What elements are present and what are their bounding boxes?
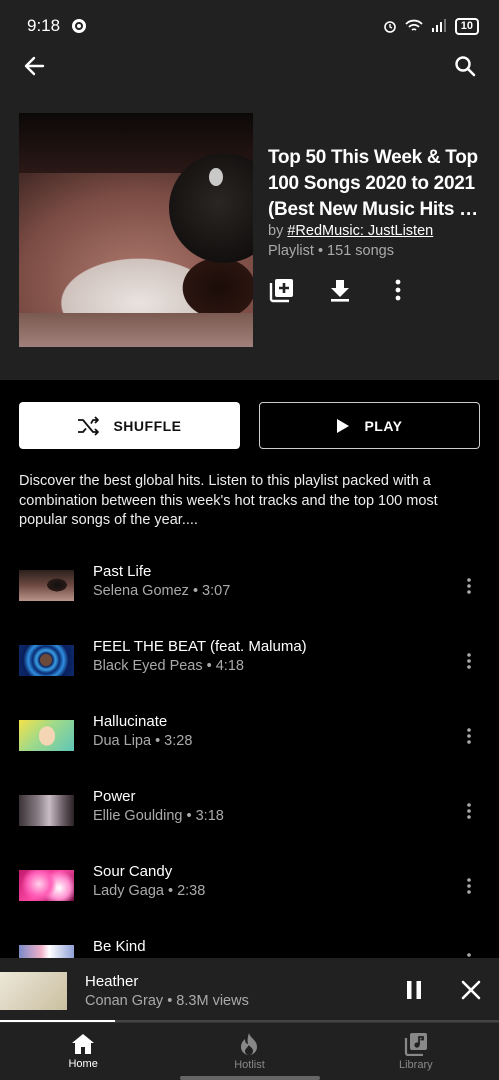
arrow-back-icon: [24, 56, 45, 76]
track-subtitle: Selena Gomez • 3:07: [93, 583, 231, 599]
track-thumbnail: [19, 570, 74, 601]
play-button[interactable]: PLAY: [259, 402, 480, 449]
nav-library-label: Library: [399, 1059, 433, 1071]
back-button[interactable]: [20, 52, 48, 80]
nav-hotlist[interactable]: Hotlist: [166, 1023, 332, 1080]
mini-player[interactable]: Heather Conan Gray • 8.3M views: [0, 958, 499, 1022]
playlist-title: Top 50 This Week & Top 100 Songs 2020 to…: [268, 145, 480, 223]
track-subtitle: Lady Gaga • 2:38: [93, 883, 206, 899]
search-icon: [455, 56, 476, 77]
track-title: Past Life: [93, 563, 152, 580]
track-thumbnail: [19, 720, 74, 751]
download-button[interactable]: [326, 276, 354, 304]
shuffle-label: SHUFFLE: [113, 417, 182, 434]
nav-home-label: Home: [68, 1058, 98, 1070]
artwork-glint: [209, 168, 223, 186]
notification-dot-icon: [72, 19, 87, 33]
signal-icon: [431, 19, 446, 32]
status-bar: 9:18 10: [0, 0, 499, 52]
nav-library[interactable]: Library: [333, 1023, 499, 1080]
artwork-lower-lid: [19, 313, 253, 347]
more-vert-icon: [467, 878, 471, 894]
wifi-icon: [405, 19, 423, 31]
playlist-description[interactable]: Discover the best global hits. Listen to…: [19, 472, 481, 531]
mini-player-subtitle: Conan Gray • 8.3M views: [85, 993, 249, 1009]
fire-icon: [241, 1033, 258, 1055]
track-subtitle: Dua Lipa • 3:28: [93, 733, 193, 749]
track-more-button[interactable]: [459, 796, 479, 826]
more-vert-icon: [467, 728, 471, 744]
playlist-title-line: Top 50 This Week & Top: [268, 147, 478, 168]
download-icon: [331, 280, 349, 302]
playlist-actions: [268, 276, 412, 304]
track-title: Hallucinate: [93, 713, 168, 730]
track-subtitle: Ellie Goulding • 3:18: [93, 808, 224, 824]
playlist-title-line: (Best New Music Hits Pl...: [268, 199, 480, 220]
playlist-author-line: by #RedMusic: JustListen: [268, 223, 433, 239]
status-time: 9:18: [27, 16, 61, 35]
mini-player-title: Heather: [85, 973, 139, 990]
battery-icon: 10: [454, 17, 479, 35]
pause-button[interactable]: [400, 976, 428, 1004]
track-row[interactable]: Hallucinate Dua Lipa • 3:28: [0, 711, 499, 771]
alarm-icon: [383, 21, 396, 33]
track-title: Power: [93, 788, 136, 805]
track-row[interactable]: Power Ellie Goulding • 3:18: [0, 786, 499, 846]
playlist-artwork: [19, 113, 253, 347]
more-options-button[interactable]: [384, 276, 412, 304]
bottom-navigation: Home Hotlist Library: [0, 1022, 499, 1080]
gesture-bar: [180, 1076, 320, 1080]
playlist-title-line: 100 Songs 2020 to 2021: [268, 173, 475, 194]
track-row[interactable]: Past Life Selena Gomez • 3:07: [0, 561, 499, 621]
search-button[interactable]: [451, 52, 479, 80]
close-button[interactable]: [457, 976, 485, 1004]
library-music-icon: [404, 1033, 427, 1056]
playlist-author-prefix: by: [268, 223, 288, 239]
add-to-library-icon: [269, 279, 293, 303]
track-row[interactable]: Sour Candy Lady Gaga • 2:38: [0, 861, 499, 921]
pause-icon: [407, 981, 421, 999]
track-subtitle: Black Eyed Peas • 4:18: [93, 658, 244, 674]
track-more-button[interactable]: [459, 871, 479, 901]
shuffle-button[interactable]: SHUFFLE: [19, 402, 240, 449]
more-vert-icon: [467, 653, 471, 669]
track-row[interactable]: FEEL THE BEAT (feat. Maluma) Black Eyed …: [0, 636, 499, 696]
track-title: Be Kind: [93, 938, 146, 955]
top-nav: [0, 50, 499, 84]
play-label: PLAY: [364, 417, 403, 434]
more-vert-icon: [467, 803, 471, 819]
track-thumbnail: [19, 795, 74, 826]
mini-player-thumbnail: [0, 972, 67, 1010]
playlist-author-link[interactable]: #RedMusic: JustListen: [287, 223, 433, 239]
track-thumbnail: [19, 870, 74, 901]
close-icon: [461, 980, 481, 1000]
nav-hotlist-label: Hotlist: [234, 1059, 265, 1071]
track-more-button[interactable]: [459, 571, 479, 601]
add-to-library-button[interactable]: [268, 276, 296, 304]
shuffle-icon: [78, 415, 100, 436]
play-icon: [337, 418, 350, 433]
track-thumbnail: [19, 645, 74, 676]
playlist-meta: Playlist • 151 songs: [268, 243, 394, 259]
more-vert-icon: [467, 578, 471, 594]
status-icons: 10: [383, 17, 479, 35]
track-title: FEEL THE BEAT (feat. Maluma): [93, 638, 307, 655]
nav-home[interactable]: Home: [0, 1023, 166, 1080]
home-icon: [72, 1034, 95, 1054]
track-more-button[interactable]: [459, 721, 479, 751]
track-more-button[interactable]: [459, 646, 479, 676]
track-title: Sour Candy: [93, 863, 173, 880]
more-vert-icon: [395, 279, 401, 301]
